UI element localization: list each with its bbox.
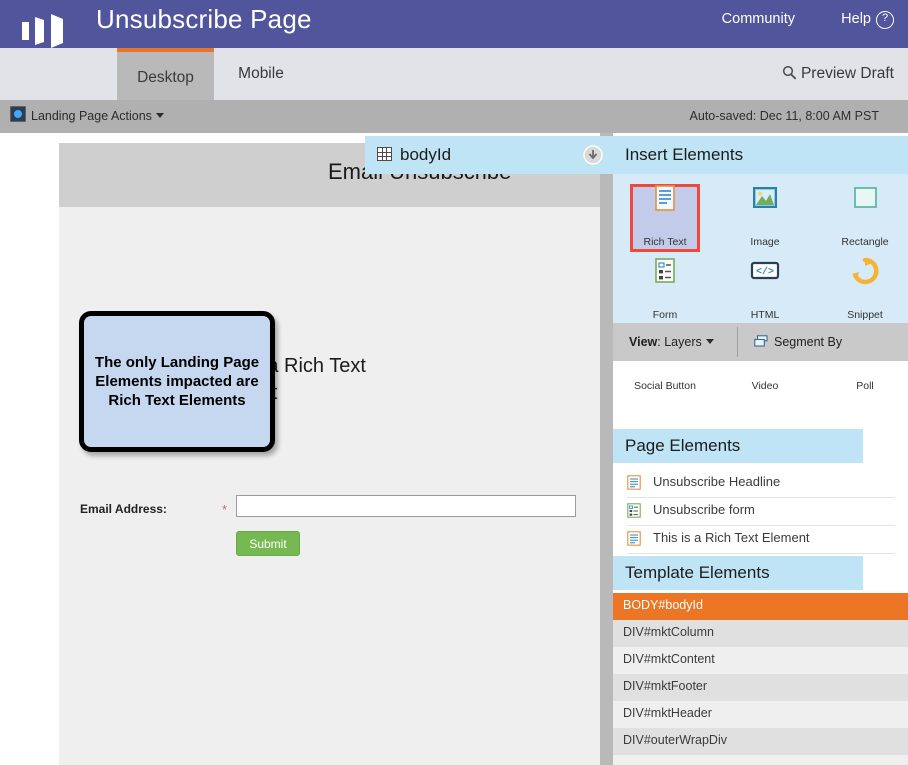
template-row-label: DIV#mktContent <box>623 652 715 666</box>
template-row-label: DIV#mktFooter <box>623 679 708 693</box>
template-row-partial <box>613 755 908 765</box>
insert-rectangle-label: Rectangle <box>841 236 889 248</box>
insert-rich-text[interactable]: Rich Text <box>628 184 702 252</box>
page-element-row-headline[interactable]: Unsubscribe Headline <box>613 469 908 497</box>
view-value: Layers <box>664 335 702 349</box>
image-icon <box>753 187 777 208</box>
template-row-outerwrapdiv[interactable]: DIV#outerWrapDiv <box>613 728 908 755</box>
rich-text-icon <box>627 475 641 490</box>
right-panel: Insert Elements Rich Text Image Rectangl… <box>613 133 908 765</box>
rich-text-icon <box>655 185 675 211</box>
template-row-label: DIV#mktColumn <box>623 625 714 639</box>
insert-html[interactable]: </> HTML <box>728 257 802 321</box>
template-row-mktheader[interactable]: DIV#mktHeader <box>613 701 908 728</box>
svg-text:</>: </> <box>756 266 774 278</box>
email-input[interactable] <box>236 495 576 517</box>
template-elements-header: Template Elements <box>613 556 863 590</box>
arrow-down-circle-icon[interactable] <box>583 145 603 165</box>
html-code-icon: </> <box>750 261 780 280</box>
rectangle-icon <box>854 187 877 208</box>
insert-poll-label: Poll <box>856 380 874 392</box>
action-bar: Landing Page Actions Auto-saved: Dec 11,… <box>0 100 908 133</box>
page-element-label: Unsubscribe form <box>653 502 755 517</box>
gear-globe-icon <box>10 106 26 122</box>
segment-by-button[interactable]: Segment By <box>754 323 842 361</box>
template-row-mktcolumn[interactable]: DIV#mktColumn <box>613 620 908 647</box>
template-row-label: DIV#mktHeader <box>623 706 712 720</box>
page-elements-title: Page Elements <box>625 436 741 455</box>
page-element-label: This is a Rich Text Element <box>653 530 810 545</box>
view-tab-bar: Desktop Mobile Preview Draft <box>0 48 908 104</box>
insert-video-label: Video <box>751 380 779 392</box>
view-layers-dropdown[interactable]: View: Layers <box>629 323 714 361</box>
template-row-mktcontent[interactable]: DIV#mktContent <box>613 647 908 674</box>
insert-form[interactable]: Form <box>628 257 702 321</box>
view-label: View <box>629 335 658 349</box>
insert-social-button-label: Social Button <box>634 380 696 392</box>
template-elements-title: Template Elements <box>625 563 770 582</box>
preview-draft-label: Preview Draft <box>800 65 894 82</box>
page-elements-header: Page Elements <box>613 429 863 463</box>
view-toolbar: View: Layers Segment By <box>613 323 908 361</box>
question-circle-icon[interactable]: ? <box>876 11 894 29</box>
form-icon <box>655 258 675 283</box>
form-icon <box>627 503 641 518</box>
snippet-icon <box>852 257 879 285</box>
row-divider <box>627 553 895 554</box>
annotation-callout-text: The only Landing Page Elements impacted … <box>94 354 260 409</box>
template-row-mktfooter[interactable]: DIV#mktFooter <box>613 674 908 701</box>
table-grid-icon <box>377 147 392 161</box>
template-row-body[interactable]: BODY#bodyId <box>613 593 908 620</box>
caret-down-icon <box>705 339 714 344</box>
canvas-scrollbar[interactable] <box>600 133 613 765</box>
insert-image-label: Image <box>750 236 780 248</box>
landing-page-actions-menu[interactable]: Landing Page Actions <box>10 100 164 133</box>
segment-layers-icon <box>754 324 768 347</box>
template-row-label: BODY#bodyId <box>623 598 703 612</box>
toolbar-divider <box>737 327 738 357</box>
page-title: Unsubscribe Page <box>96 4 312 34</box>
insert-html-label: HTML <box>750 309 780 321</box>
insert-rich-text-label: Rich Text <box>643 236 687 248</box>
page-element-row-richtext[interactable]: This is a Rich Text Element <box>613 525 908 553</box>
caret-down-icon <box>155 113 164 118</box>
insert-image[interactable]: Image <box>728 184 802 248</box>
canvas-area: Email Unsubscribe This is a Rich Text El… <box>0 133 600 765</box>
annotation-callout: The only Landing Page Elements impacted … <box>79 311 275 452</box>
app-header: Unsubscribe Page Community Help ? <box>0 0 908 70</box>
submit-button[interactable]: Submit <box>236 531 300 556</box>
landing-page-preview: Email Unsubscribe This is a Rich Text El… <box>59 143 600 765</box>
required-marker: * <box>222 502 228 517</box>
segment-by-label: Segment By <box>774 335 843 349</box>
template-row-label: DIV#outerWrapDiv <box>623 733 727 747</box>
auto-saved-status: Auto-saved: Dec 11, 8:00 AM PST <box>689 109 879 123</box>
page-element-label: Unsubscribe Headline <box>653 474 781 489</box>
community-link[interactable]: Community <box>722 11 795 27</box>
insert-elements-grid: Rich Text Image Rectangle Form </> HTML … <box>613 174 908 392</box>
insert-snippet-label: Snippet <box>847 309 883 321</box>
bodyid-hover-bar[interactable]: bodyId <box>365 136 615 174</box>
insert-rectangle[interactable]: Rectangle <box>828 184 902 248</box>
landing-page-actions-label: Landing Page Actions <box>31 109 152 123</box>
email-address-label: Email Address: <box>80 502 167 516</box>
insert-snippet[interactable]: Snippet <box>828 257 902 321</box>
insert-elements-header: Insert Elements <box>613 136 908 174</box>
tab-mobile[interactable]: Mobile <box>216 48 306 100</box>
rich-text-icon <box>627 531 641 546</box>
search-icon <box>782 65 797 80</box>
logo-bars-icon <box>22 14 63 48</box>
tab-desktop[interactable]: Desktop <box>117 48 214 104</box>
preview-draft-button[interactable]: Preview Draft <box>782 48 894 100</box>
page-element-row-form[interactable]: Unsubscribe form <box>613 497 908 525</box>
bodyid-label: bodyId <box>400 145 452 164</box>
insert-elements-title: Insert Elements <box>625 145 744 164</box>
insert-form-label: Form <box>652 309 678 321</box>
help-link[interactable]: Help <box>841 11 871 27</box>
